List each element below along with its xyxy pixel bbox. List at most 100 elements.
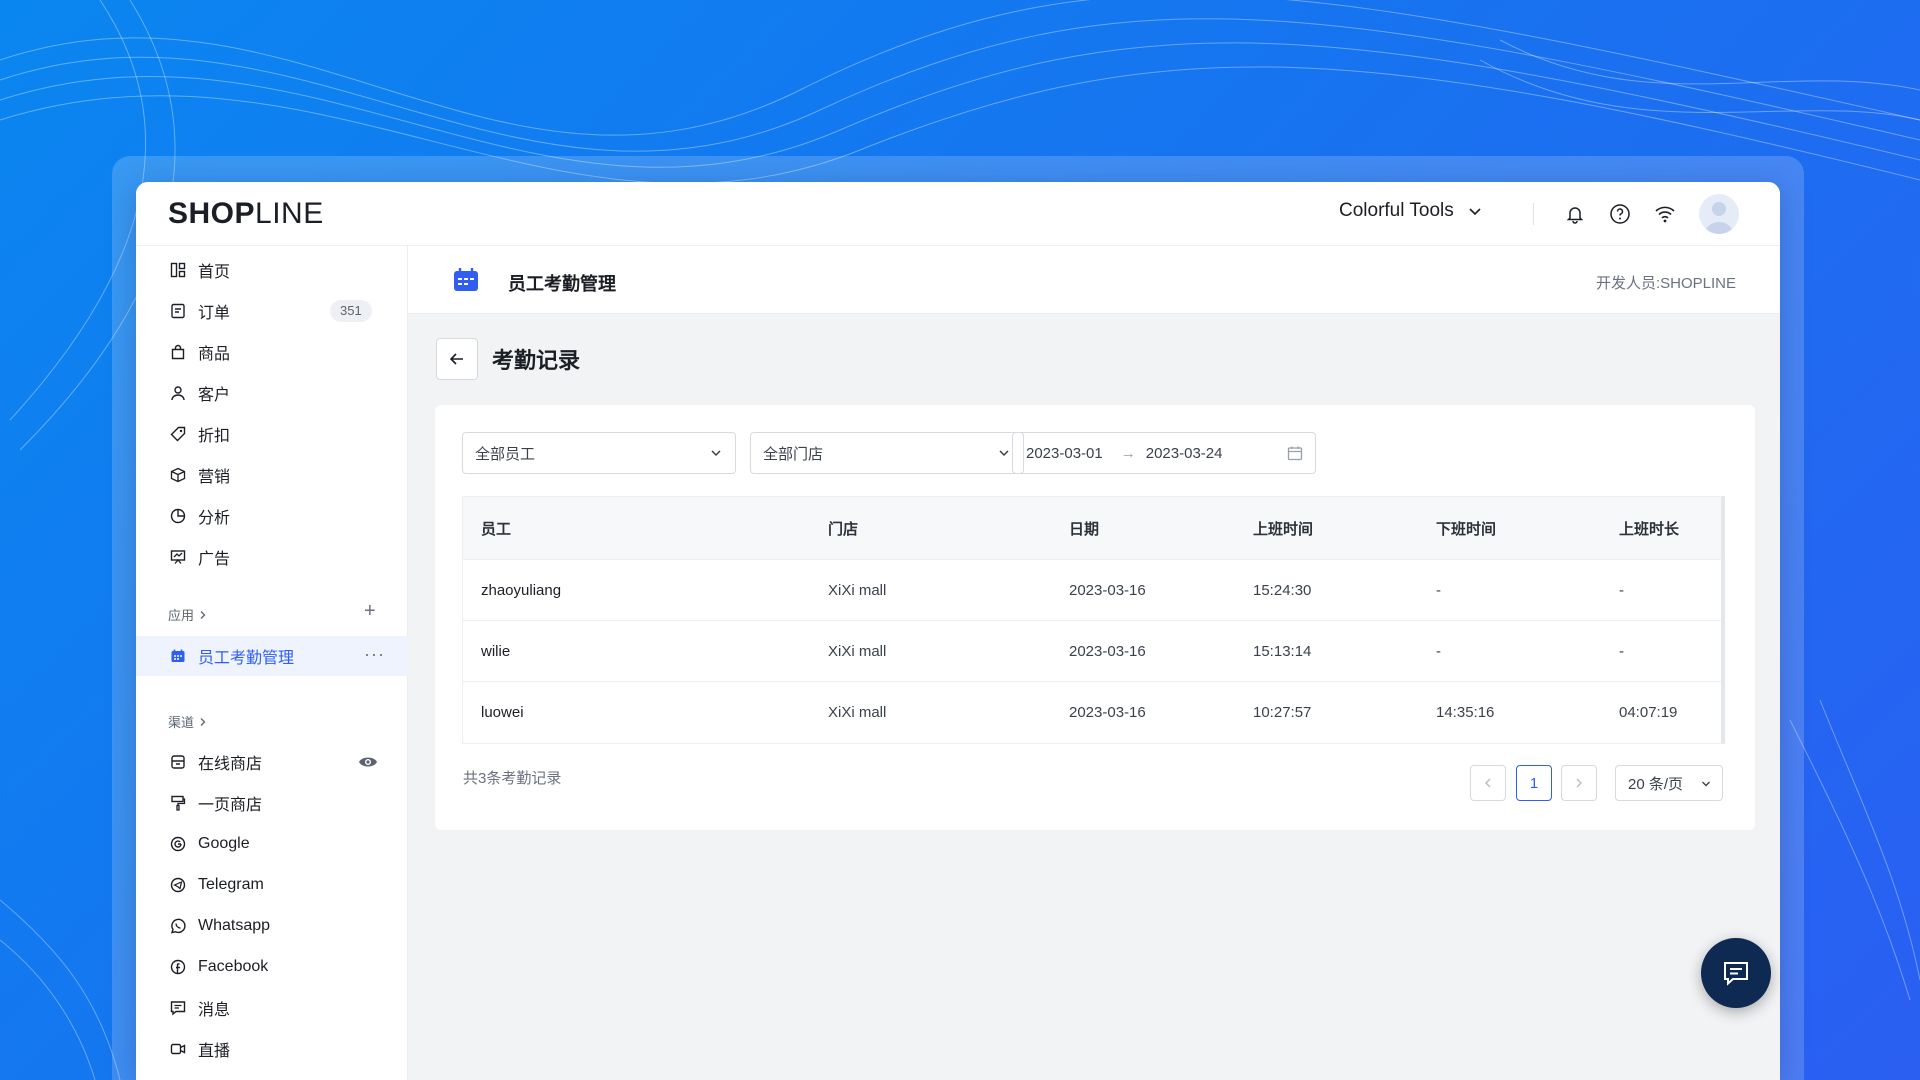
chevron-right-icon — [200, 610, 206, 619]
sidebar-item-telegram[interactable]: Telegram — [136, 865, 408, 905]
clock-in-cell: 10:27:57 — [1253, 704, 1312, 721]
store-cell: XiXi mall — [828, 704, 887, 721]
column-header: 员工 — [481, 520, 512, 538]
divider — [1533, 203, 1534, 225]
more-options-icon[interactable]: ··· — [364, 644, 385, 665]
eye-icon[interactable] — [358, 754, 378, 770]
calendar-icon — [1287, 446, 1303, 461]
duration-cell: - — [1619, 642, 1624, 660]
main-content: 员工考勤管理 开发人员:SHOPLINE 考勤记录 全部员工 全部门店 2023… — [408, 246, 1780, 1080]
date-cell: 2023-03-16 — [1069, 704, 1146, 721]
column-header: 下班时间 — [1436, 520, 1497, 538]
duration-cell: 04:07:19 — [1619, 704, 1678, 721]
next-page-button[interactable] — [1561, 765, 1597, 801]
page-size-select[interactable]: 20 条/页 — [1615, 765, 1723, 801]
attendance-app-icon — [452, 266, 480, 294]
chevron-left-icon — [1485, 778, 1491, 788]
facebook-icon — [168, 957, 188, 977]
sidebar-item-live[interactable]: 直播 — [136, 1029, 408, 1069]
user-icon — [168, 383, 188, 403]
table-row[interactable]: wilie XiXi mall 2023-03-16 15:13:14 - - — [463, 621, 1721, 682]
date-separator: → — [1120, 444, 1136, 462]
duration-cell: - — [1619, 581, 1624, 599]
attendance-card: 全部员工 全部门店 2023-03-01 → 2023-03-24 员工 门店 … — [435, 405, 1755, 830]
page-title: 考勤记录 — [492, 348, 581, 373]
store-cell: XiXi mall — [828, 642, 887, 660]
live-icon — [168, 1039, 188, 1059]
employee-cell: luowei — [481, 704, 524, 721]
clock-in-cell: 15:24:30 — [1253, 581, 1312, 599]
help-icon[interactable] — [1607, 201, 1633, 227]
tag-icon — [168, 424, 188, 444]
home-icon — [168, 260, 188, 280]
records-total: 共3条考勤记录 — [463, 770, 562, 787]
page-header: 考勤记录 — [436, 338, 580, 380]
date-end-input[interactable]: 2023-03-24 — [1146, 445, 1223, 462]
sidebar-item-marketing[interactable]: 营销 — [136, 455, 408, 495]
avatar[interactable] — [1699, 194, 1739, 234]
message-icon — [168, 998, 188, 1018]
store-switcher[interactable]: Colorful Tools — [1339, 200, 1482, 222]
column-header: 门店 — [828, 520, 859, 538]
sidebar-item-customers[interactable]: 客户 — [136, 373, 408, 413]
clock-out-cell: - — [1436, 642, 1441, 660]
developer-info: 开发人员:SHOPLINE — [1595, 275, 1736, 292]
sidebar-item-messages[interactable]: 消息 — [136, 988, 408, 1028]
chevron-down-icon — [1702, 781, 1710, 787]
chevron-down-icon — [711, 450, 721, 457]
brush-icon — [168, 793, 188, 813]
whatsapp-icon — [168, 916, 188, 936]
sidebar-item-products[interactable]: 商品 — [136, 332, 408, 372]
column-header: 日期 — [1069, 520, 1100, 538]
employee-cell: zhaoyuliang — [481, 581, 562, 599]
shopline-logo[interactable]: SHOPLINE — [168, 197, 324, 231]
employee-cell: wilie — [481, 642, 511, 660]
date-range-picker[interactable]: 2023-03-01 → 2023-03-24 — [1012, 432, 1316, 474]
telegram-icon — [168, 875, 188, 895]
order-icon — [168, 301, 188, 321]
table-header-row: 员工 门店 日期 上班时间 下班时间 上班时长 — [463, 497, 1721, 560]
chevron-right-icon — [200, 717, 206, 726]
date-cell: 2023-03-16 — [1069, 642, 1146, 660]
employee-select[interactable]: 全部员工 — [462, 432, 736, 474]
prev-page-button[interactable] — [1470, 765, 1506, 801]
sidebar-item-google[interactable]: Google — [136, 824, 408, 864]
sidebar-item-whatsapp[interactable]: Whatsapp — [136, 906, 408, 946]
sidebar-item-ads[interactable]: 广告 — [136, 537, 408, 577]
sidebar-item-one-page-store[interactable]: 一页商店 — [136, 783, 408, 823]
sidebar-item-orders[interactable]: 订单 351 — [136, 291, 408, 331]
chat-icon — [1724, 962, 1748, 986]
sidebar-item-discounts[interactable]: 折扣 — [136, 414, 408, 454]
store-select[interactable]: 全部门店 — [750, 432, 1024, 474]
table-row[interactable]: zhaoyuliang XiXi mall 2023-03-16 15:24:3… — [463, 560, 1721, 621]
bell-icon[interactable] — [1562, 201, 1588, 227]
bag-icon — [168, 342, 188, 362]
attendance-table: 员工 门店 日期 上班时间 下班时间 上班时长 zhaoyuliang XiXi… — [462, 496, 1725, 744]
chevron-down-icon — [1469, 208, 1481, 216]
table-row[interactable]: luowei XiXi mall 2023-03-16 10:27:57 14:… — [463, 682, 1721, 743]
sidebar-item-attendance-app[interactable]: 员工考勤管理 ··· — [136, 636, 408, 676]
add-app-button[interactable]: + — [364, 600, 376, 623]
store-cell: XiXi mall — [828, 581, 887, 599]
column-header: 上班时长 — [1619, 520, 1680, 538]
arrow-left-icon — [449, 353, 463, 365]
chat-button[interactable] — [1701, 938, 1771, 1008]
sidebar-item-online-store[interactable]: 在线商店 — [136, 742, 408, 782]
back-button[interactable] — [436, 338, 478, 380]
page-number-button[interactable]: 1 — [1516, 765, 1552, 801]
sidebar-item-home[interactable]: 首页 — [136, 250, 408, 290]
channels-section-header[interactable]: 渠道 — [168, 712, 208, 731]
app-title: 员工考勤管理 — [508, 274, 616, 294]
orders-count-badge: 351 — [330, 300, 372, 322]
sidebar-item-analytics[interactable]: 分析 — [136, 496, 408, 536]
wifi-icon[interactable] — [1652, 201, 1678, 227]
sidebar: 首页 订单 351 商品 客户 折扣 营销 分析 广告 应用 + 员工考勤管理 … — [136, 246, 408, 1080]
apps-section-header[interactable]: 应用 — [168, 605, 208, 624]
chevron-down-icon — [999, 450, 1009, 457]
top-bar: SHOPLINE Colorful Tools — [136, 182, 1780, 246]
attendance-app-icon — [168, 646, 188, 666]
clock-out-cell: 14:35:16 — [1436, 704, 1495, 721]
ad-icon — [168, 547, 188, 567]
sidebar-item-facebook[interactable]: Facebook — [136, 947, 408, 987]
date-start-input[interactable]: 2023-03-01 — [1026, 445, 1103, 462]
